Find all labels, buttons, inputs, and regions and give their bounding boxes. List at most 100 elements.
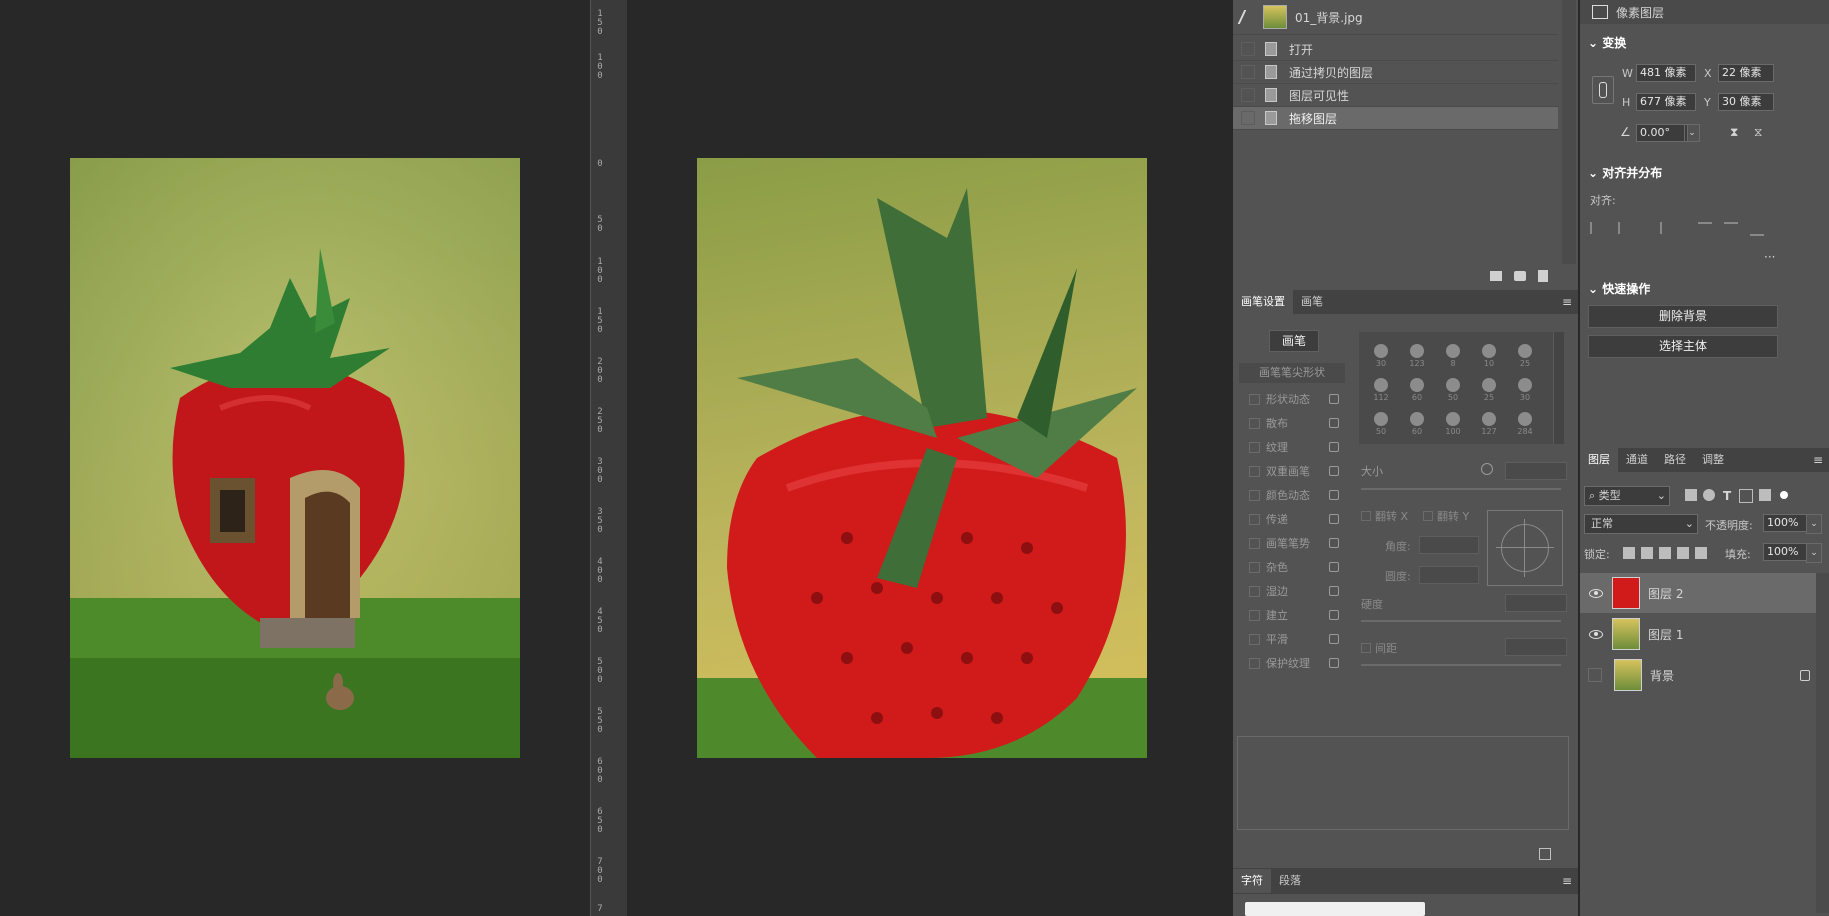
history-item[interactable]: 打开 bbox=[1233, 38, 1558, 61]
lock-icon[interactable] bbox=[1329, 634, 1339, 644]
left-canvas-image[interactable] bbox=[70, 158, 520, 758]
align-right-icon[interactable] bbox=[1646, 222, 1662, 234]
brush-preset[interactable]: 123 bbox=[1401, 338, 1433, 368]
spacing-slider[interactable] bbox=[1361, 664, 1561, 666]
blend-mode-select[interactable]: 正常 ⌄ bbox=[1584, 514, 1698, 534]
link-dimensions-button[interactable] bbox=[1592, 76, 1614, 104]
panel-menu-icon[interactable]: ≡ bbox=[1562, 295, 1572, 309]
history-source-row[interactable]: 01_背景.jpg bbox=[1233, 0, 1558, 35]
flip-vertical-icon[interactable]: ⧖ bbox=[1754, 125, 1762, 140]
right-canvas-image[interactable] bbox=[697, 158, 1147, 758]
new-document-icon[interactable] bbox=[1490, 271, 1502, 281]
fill-dropdown[interactable]: ⌄ bbox=[1806, 543, 1822, 563]
brush-presets-grid[interactable]: 30 123 8 10 25 112 60 50 25 30 50 60 100 127 284 bbox=[1359, 332, 1553, 444]
brush-option[interactable]: 形状动态 bbox=[1237, 387, 1345, 411]
new-brush-icon[interactable] bbox=[1539, 848, 1551, 860]
brush-option-checkbox[interactable] bbox=[1249, 585, 1260, 597]
tab-paths[interactable]: 路径 bbox=[1656, 448, 1694, 472]
lock-icon[interactable] bbox=[1329, 442, 1339, 452]
brush-angle-preview[interactable] bbox=[1487, 510, 1563, 586]
lock-position-icon[interactable] bbox=[1659, 547, 1671, 559]
filter-shape-icon[interactable] bbox=[1739, 489, 1754, 503]
reset-size-icon[interactable] bbox=[1481, 463, 1493, 475]
select-subject-button[interactable]: 选择主体 bbox=[1588, 335, 1778, 358]
brush-option-checkbox[interactable] bbox=[1249, 657, 1260, 669]
history-checkbox[interactable] bbox=[1241, 111, 1255, 125]
brush-preset[interactable]: 25 bbox=[1473, 372, 1505, 402]
brush-button[interactable]: 画笔 bbox=[1269, 330, 1319, 352]
lock-icon[interactable] bbox=[1329, 586, 1339, 596]
history-checkbox[interactable] bbox=[1241, 42, 1255, 56]
filter-adjustment-icon[interactable] bbox=[1703, 489, 1715, 501]
lock-transparent-icon[interactable] bbox=[1623, 547, 1635, 559]
brush-preset[interactable]: 284 bbox=[1509, 406, 1541, 436]
lock-icon[interactable] bbox=[1329, 490, 1339, 500]
flip-x-option[interactable]: 翻转 X bbox=[1361, 508, 1408, 524]
brush-option-checkbox[interactable] bbox=[1249, 393, 1260, 405]
brush-option[interactable]: 平滑 bbox=[1237, 627, 1345, 651]
brush-option-checkbox[interactable] bbox=[1249, 609, 1260, 621]
history-scrollbar[interactable] bbox=[1562, 0, 1576, 264]
angle-rotation-field[interactable]: 0.00° bbox=[1636, 124, 1688, 142]
history-item[interactable]: 图层可见性 bbox=[1233, 84, 1558, 107]
brush-option[interactable]: 保护纹理 bbox=[1237, 651, 1345, 675]
lock-artboard-icon[interactable] bbox=[1677, 547, 1689, 559]
lock-icon[interactable] bbox=[1329, 562, 1339, 572]
lock-icon[interactable] bbox=[1329, 394, 1339, 404]
width-field[interactable]: 481 像素 bbox=[1636, 64, 1696, 82]
align-bottom-icon[interactable] bbox=[1750, 222, 1764, 236]
tab-brush[interactable]: 画笔 bbox=[1293, 290, 1331, 314]
align-left-icon[interactable] bbox=[1590, 222, 1606, 234]
layer-filter-select[interactable]: ⌕ 类型 ⌄ bbox=[1584, 486, 1670, 506]
brush-preset[interactable]: 10 bbox=[1473, 338, 1505, 368]
x-field[interactable]: 22 像素 bbox=[1718, 64, 1774, 82]
remove-background-button[interactable]: 删除背景 bbox=[1588, 305, 1778, 328]
y-field[interactable]: 30 像素 bbox=[1718, 93, 1774, 111]
lock-icon[interactable] bbox=[1329, 658, 1339, 668]
brush-option[interactable]: 建立 bbox=[1237, 603, 1345, 627]
brush-preset[interactable]: 30 bbox=[1509, 372, 1541, 402]
layer-row[interactable]: 图层 1 bbox=[1580, 614, 1829, 654]
layer-row[interactable]: 背景 bbox=[1580, 655, 1829, 695]
lock-icon[interactable] bbox=[1329, 538, 1339, 548]
brush-preset[interactable]: 60 bbox=[1401, 406, 1433, 436]
history-item[interactable]: 通过拷贝的图层 bbox=[1233, 61, 1558, 84]
brush-option-checkbox[interactable] bbox=[1249, 633, 1260, 645]
more-options-button[interactable]: ··· bbox=[1764, 250, 1775, 264]
brush-preset[interactable]: 50 bbox=[1437, 372, 1469, 402]
brush-preset[interactable]: 100 bbox=[1437, 406, 1469, 436]
brush-option-checkbox[interactable] bbox=[1249, 465, 1260, 477]
align-hcenter-icon[interactable] bbox=[1618, 222, 1634, 234]
lock-icon[interactable] bbox=[1329, 466, 1339, 476]
tab-brush-settings[interactable]: 画笔设置 bbox=[1233, 290, 1293, 314]
brush-option-checkbox[interactable] bbox=[1249, 513, 1260, 525]
flip-horizontal-icon[interactable]: ⧗ bbox=[1730, 125, 1738, 140]
history-checkbox[interactable] bbox=[1241, 65, 1255, 79]
tab-channels[interactable]: 通道 bbox=[1618, 448, 1656, 472]
brush-option[interactable]: 纹理 bbox=[1237, 435, 1345, 459]
lock-image-icon[interactable] bbox=[1641, 547, 1653, 559]
tab-adjustments[interactable]: 调整 bbox=[1694, 448, 1732, 472]
tab-layers[interactable]: 图层 bbox=[1580, 448, 1618, 472]
brush-option[interactable]: 传递 bbox=[1237, 507, 1345, 531]
lock-all-icon[interactable] bbox=[1695, 547, 1707, 559]
layer-row[interactable]: 图层 2 bbox=[1580, 573, 1829, 613]
tab-character[interactable]: 字符 bbox=[1233, 869, 1271, 893]
brush-option-checkbox[interactable] bbox=[1249, 417, 1260, 429]
filter-pixel-icon[interactable] bbox=[1685, 489, 1697, 501]
brush-tip-shape[interactable]: 画笔笔尖形状 bbox=[1239, 363, 1345, 383]
tab-paragraph[interactable]: 段落 bbox=[1271, 869, 1309, 893]
camera-icon[interactable] bbox=[1514, 271, 1526, 281]
trash-icon[interactable] bbox=[1538, 270, 1548, 282]
eye-icon[interactable] bbox=[1588, 588, 1604, 598]
filter-smart-object-icon[interactable] bbox=[1759, 489, 1772, 501]
size-field[interactable] bbox=[1505, 462, 1567, 480]
brush-preset[interactable]: 127 bbox=[1473, 406, 1505, 436]
roundness-field[interactable] bbox=[1419, 566, 1479, 584]
quick-actions-header[interactable]: ⌄ 快速操作 bbox=[1588, 280, 1650, 297]
brush-option[interactable]: 散布 bbox=[1237, 411, 1345, 435]
spacing-field[interactable] bbox=[1505, 638, 1567, 656]
eye-icon[interactable] bbox=[1588, 629, 1604, 639]
brush-preset[interactable]: 112 bbox=[1365, 372, 1397, 402]
opacity-field[interactable]: 100% bbox=[1763, 514, 1807, 532]
